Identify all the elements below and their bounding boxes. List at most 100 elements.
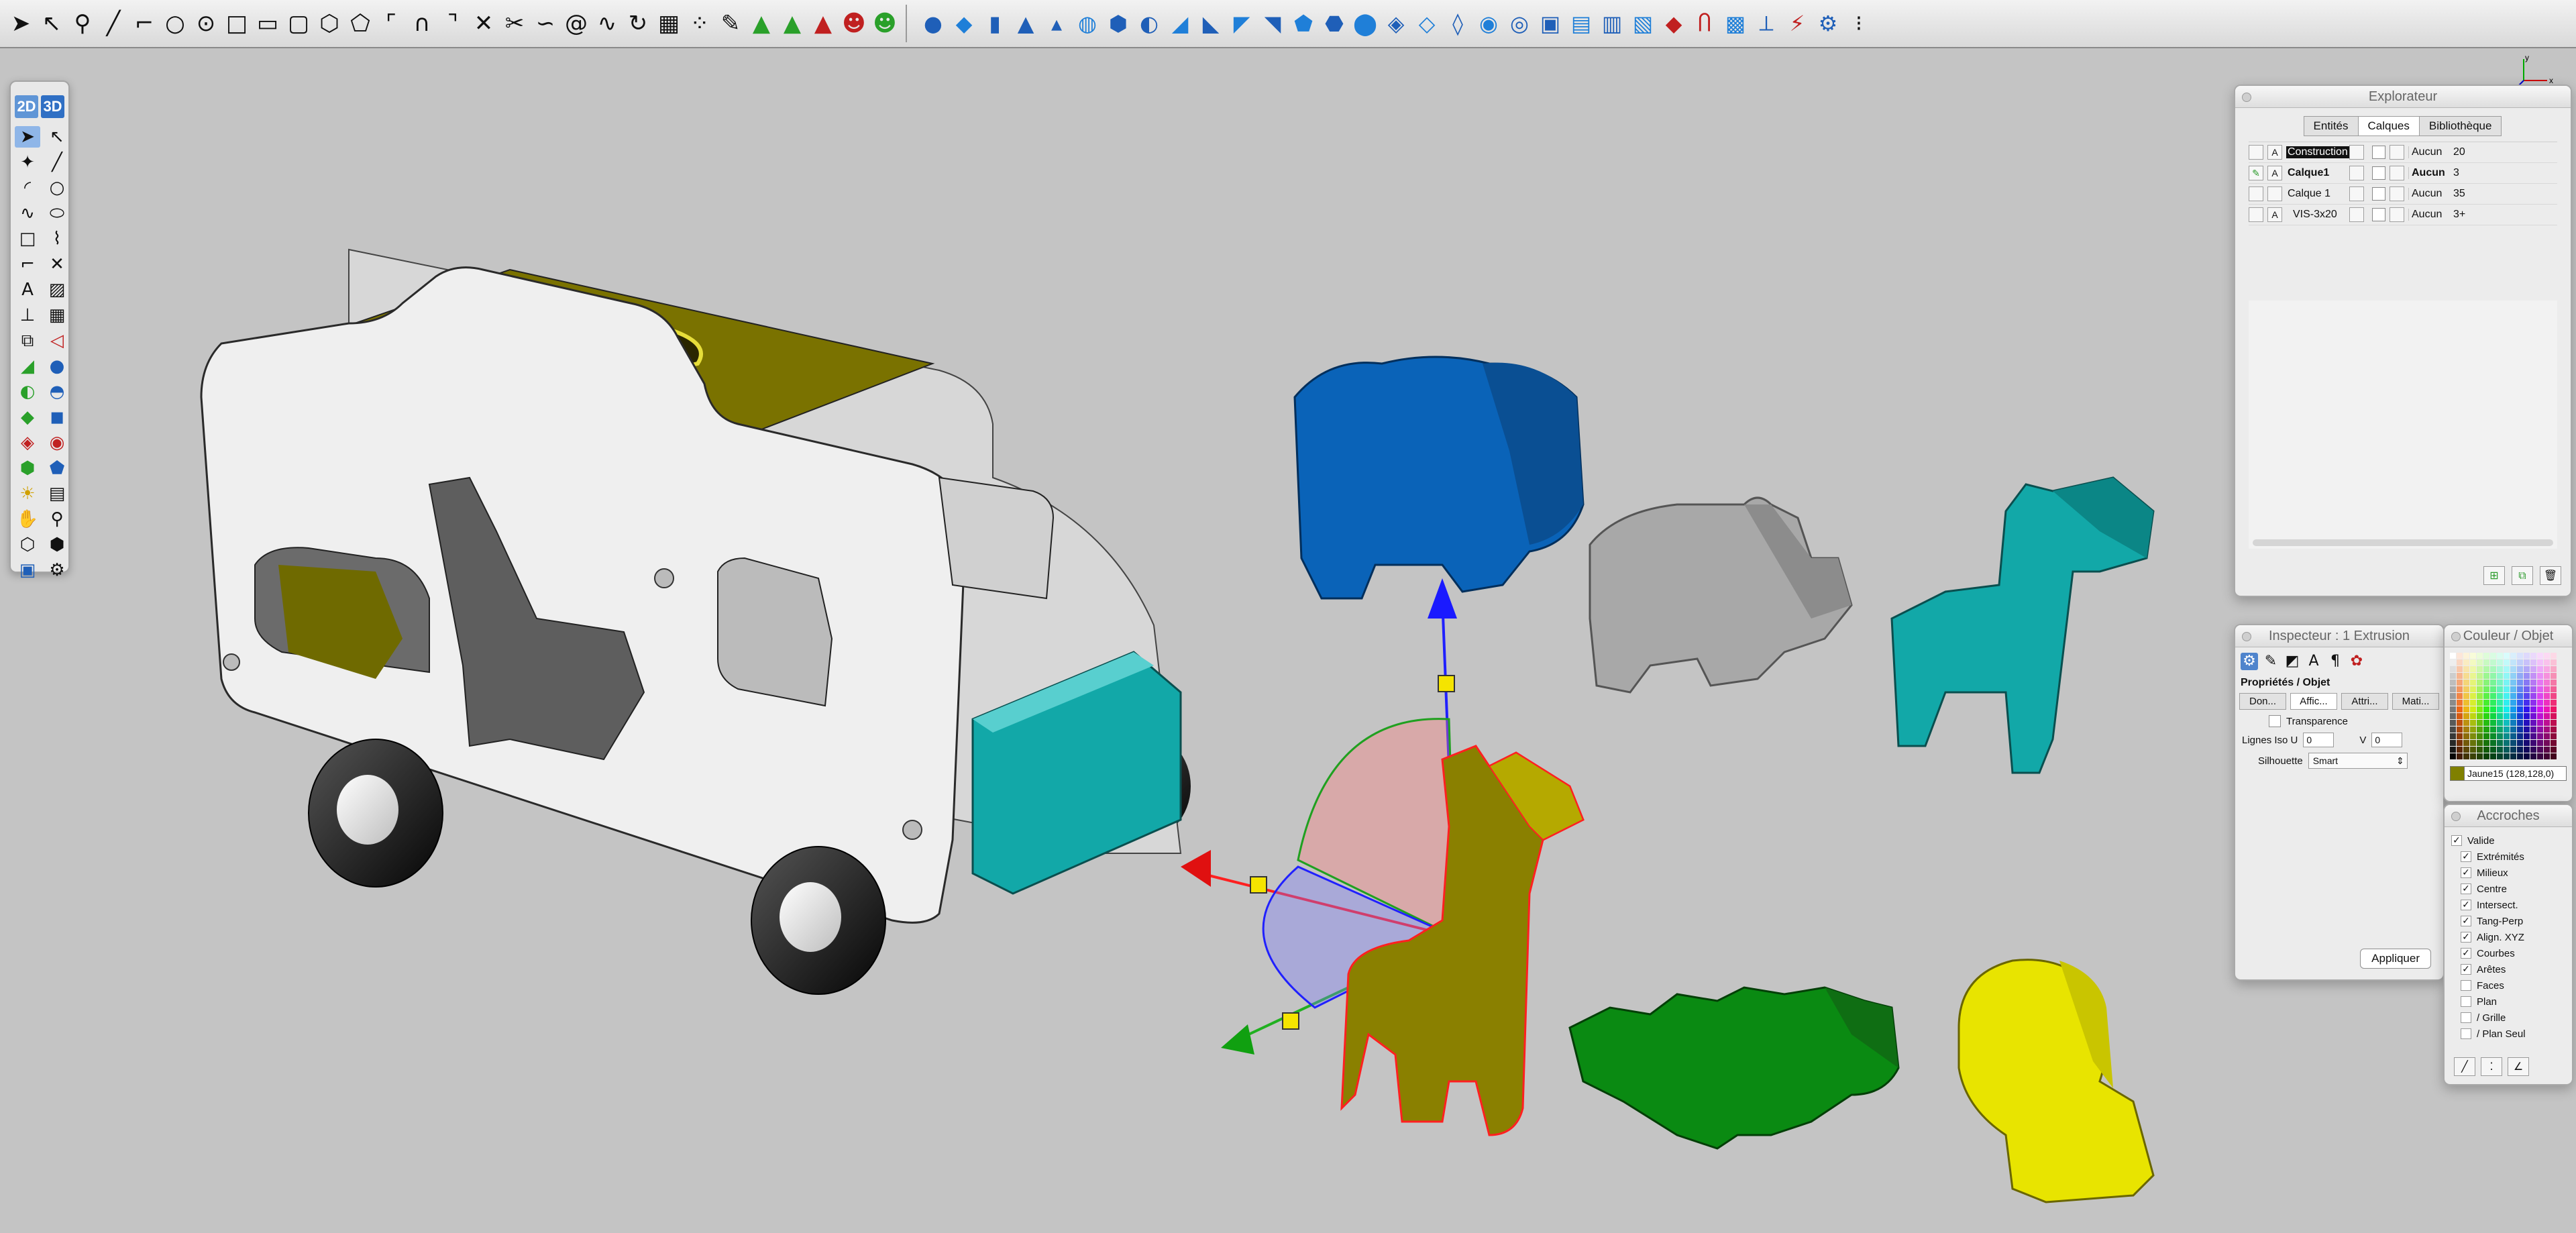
bolt-icon[interactable]: ⚡ xyxy=(1784,11,1810,36)
gizmo-arrow-x[interactable] xyxy=(1181,850,1211,887)
chamfer-icon[interactable]: ⌝ xyxy=(440,11,466,36)
snap-item-center[interactable]: ✓ Centre xyxy=(2451,881,2565,897)
layer-width[interactable]: 20 xyxy=(2449,146,2480,158)
color-swatch[interactable] xyxy=(2450,653,2456,659)
circle-center-icon[interactable]: ⊙ xyxy=(193,11,219,36)
color-swatch[interactable] xyxy=(2504,733,2510,739)
color-swatch[interactable] xyxy=(2537,727,2543,733)
color-swatch[interactable] xyxy=(2530,653,2536,659)
color-swatch[interactable] xyxy=(2524,727,2530,733)
color-swatch[interactable] xyxy=(2524,740,2530,746)
color-swatch[interactable] xyxy=(2504,680,2510,686)
snap-checkbox[interactable] xyxy=(2461,1028,2471,1039)
color-swatch[interactable] xyxy=(2497,747,2503,753)
snap-item-curves[interactable]: ✓ Courbes xyxy=(2451,945,2565,961)
grid-icon[interactable]: ▦ xyxy=(656,11,682,36)
color-swatch[interactable] xyxy=(2524,747,2530,753)
color-swatch[interactable] xyxy=(2510,740,2516,746)
color-swatch[interactable] xyxy=(2483,686,2489,692)
snap-dot-icon[interactable]: ⁚ xyxy=(2481,1057,2502,1076)
color-swatch[interactable] xyxy=(2450,713,2456,719)
dimension-c-icon[interactable]: ▲ xyxy=(810,11,836,36)
color-swatch[interactable] xyxy=(2477,680,2483,686)
snaps-title-bar[interactable]: Accroches xyxy=(2445,805,2572,827)
color-swatch[interactable] xyxy=(2524,706,2530,712)
color-swatch[interactable] xyxy=(2470,706,2476,712)
color-swatch[interactable] xyxy=(2470,680,2476,686)
color-swatch[interactable] xyxy=(2537,653,2543,659)
color-swatch[interactable] xyxy=(2551,673,2557,679)
color-swatch[interactable] xyxy=(2457,659,2463,665)
color-swatch[interactable] xyxy=(2517,747,2523,753)
truck-wheel-front-left[interactable] xyxy=(308,739,443,888)
color-swatch[interactable] xyxy=(2497,693,2503,699)
snap-item-tangent[interactable]: ✓ Tang-Perp xyxy=(2451,913,2565,929)
color-swatch[interactable] xyxy=(2517,666,2523,672)
color-swatch[interactable] xyxy=(2497,720,2503,726)
close-icon[interactable] xyxy=(2451,632,2461,641)
part-blue-animal[interactable] xyxy=(1293,356,1585,600)
paragraph-icon[interactable]: ¶ xyxy=(2326,653,2344,670)
dimension-a-icon[interactable]: ▲ xyxy=(749,11,774,36)
color-swatch[interactable] xyxy=(2530,720,2536,726)
layer-row[interactable]: A Construction Aucun 20 xyxy=(2249,142,2557,163)
color-swatch[interactable] xyxy=(2544,686,2550,692)
color-swatch[interactable] xyxy=(2490,733,2496,739)
tab-layers[interactable]: Calques xyxy=(2357,116,2420,136)
snap-item-intersect[interactable]: ✓ Intersect. xyxy=(2451,897,2565,913)
color-swatch[interactable] xyxy=(2463,747,2469,753)
color-swatch[interactable] xyxy=(2450,680,2456,686)
layer-name[interactable]: Calque 1 xyxy=(2286,188,2349,200)
color-swatch[interactable] xyxy=(2457,740,2463,746)
dimension-b-icon[interactable]: ▲ xyxy=(780,11,805,36)
new-layer-icon[interactable]: ⊞ xyxy=(2483,566,2505,585)
color-swatch[interactable] xyxy=(2530,706,2536,712)
layer-style[interactable]: Aucun xyxy=(2408,188,2449,200)
fill-icon[interactable]: ◩ xyxy=(2284,653,2301,670)
render-icon[interactable]: ▣ xyxy=(1538,11,1563,36)
color-swatch[interactable] xyxy=(2457,747,2463,753)
snap-checkbox[interactable] xyxy=(2461,980,2471,991)
color-swatch[interactable] xyxy=(2544,720,2550,726)
color-swatch[interactable] xyxy=(2510,706,2516,712)
offset-icon[interactable]: ◎ xyxy=(1507,11,1532,36)
color-swatch[interactable] xyxy=(2470,747,2476,753)
color-swatch[interactable] xyxy=(2504,666,2510,672)
color-swatch[interactable] xyxy=(2517,727,2523,733)
color-swatch[interactable] xyxy=(2504,673,2510,679)
pen-icon[interactable]: ✎ xyxy=(2262,653,2279,670)
color-swatch[interactable] xyxy=(2517,753,2523,759)
color-swatch[interactable] xyxy=(2477,653,2483,659)
color-swatch[interactable] xyxy=(2510,680,2516,686)
color-swatch[interactable] xyxy=(2497,700,2503,706)
color-swatch[interactable] xyxy=(2551,700,2557,706)
color-swatch[interactable] xyxy=(2551,713,2557,719)
color-swatch[interactable] xyxy=(2510,666,2516,672)
color-swatch[interactable] xyxy=(2477,673,2483,679)
color-swatch[interactable] xyxy=(2477,727,2483,733)
color-swatch[interactable] xyxy=(2524,653,2530,659)
magnet-icon[interactable]: Ⴖ xyxy=(1692,11,1717,36)
color-swatch[interactable] xyxy=(2483,733,2489,739)
color-swatch[interactable] xyxy=(2450,740,2456,746)
snap-checkbox[interactable]: ✓ xyxy=(2461,867,2471,878)
gizmo-arrow-y[interactable] xyxy=(1221,1024,1254,1055)
color-swatch[interactable] xyxy=(2517,659,2523,665)
image-icon[interactable]: ▩ xyxy=(1723,11,1748,36)
color-swatch[interactable] xyxy=(2504,753,2510,759)
color-swatch[interactable] xyxy=(2463,727,2469,733)
close-icon[interactable] xyxy=(2242,93,2251,102)
layer-row[interactable]: Calque 1 Aucun 35 xyxy=(2249,184,2557,205)
color-swatch[interactable] xyxy=(2457,753,2463,759)
rotate-icon[interactable]: ↻ xyxy=(625,11,651,36)
tab-material[interactable]: Mati... xyxy=(2392,693,2439,710)
color-swatch[interactable] xyxy=(2504,713,2510,719)
color-swatch[interactable] xyxy=(2483,700,2489,706)
snap-item-midpoints[interactable]: ✓ Milieux xyxy=(2451,865,2565,881)
print-checkbox[interactable] xyxy=(2349,145,2364,160)
color-swatch[interactable] xyxy=(2537,666,2543,672)
person-green-icon[interactable]: ☻ xyxy=(872,11,898,36)
color-swatch[interactable] xyxy=(2450,666,2456,672)
3d-viewport[interactable] xyxy=(0,48,2576,1233)
snap-checkbox[interactable]: ✓ xyxy=(2461,900,2471,910)
